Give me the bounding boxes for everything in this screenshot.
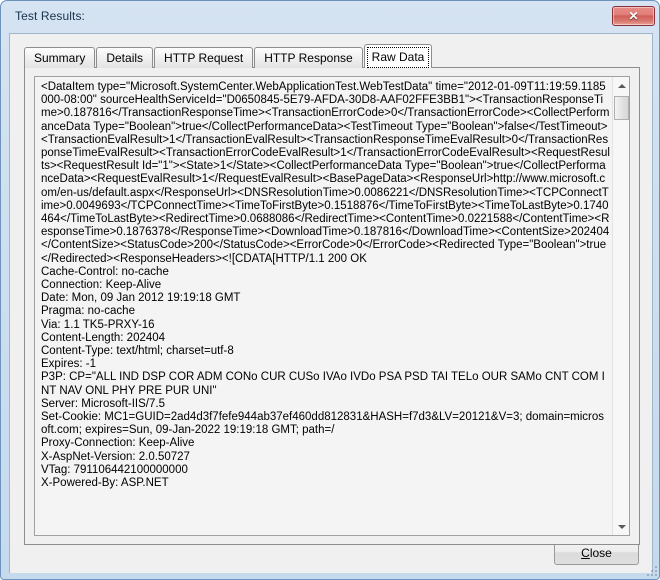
- scroll-up-button[interactable]: [613, 77, 629, 94]
- scroll-down-arrow-icon: [617, 524, 626, 529]
- tab-summary[interactable]: Summary: [24, 47, 96, 68]
- tab-strip: Summary Details HTTP Request HTTP Respon…: [24, 44, 433, 68]
- tab-raw-data[interactable]: Raw Data: [363, 44, 433, 68]
- tab-label: Details: [106, 51, 144, 65]
- title-bar: Test Results: ✕: [1, 1, 659, 33]
- window-title: Test Results:: [15, 9, 85, 23]
- window-close-button[interactable]: ✕: [612, 6, 655, 26]
- tab-label: HTTP Request: [164, 51, 244, 65]
- close-button-accel: C: [581, 545, 590, 560]
- tab-label: Raw Data: [371, 49, 425, 64]
- scroll-down-button[interactable]: [613, 518, 629, 535]
- tab-details[interactable]: Details: [96, 47, 154, 68]
- test-results-window: Test Results: ✕ Summary Details HTTP Req…: [0, 0, 660, 580]
- resize-grip[interactable]: [645, 564, 657, 576]
- raw-data-content[interactable]: <DataItem type="Microsoft.SystemCenter.W…: [41, 81, 610, 490]
- tab-http-response[interactable]: HTTP Response: [254, 47, 363, 68]
- tab-label: Summary: [34, 51, 86, 65]
- vertical-scrollbar[interactable]: [612, 77, 629, 535]
- tab-label: HTTP Response: [264, 51, 353, 65]
- raw-data-text-viewport: <DataItem type="Microsoft.SystemCenter.W…: [35, 77, 613, 535]
- scrollbar-thumb[interactable]: [614, 96, 629, 120]
- client-area: Summary Details HTTP Request HTTP Respon…: [9, 33, 653, 573]
- scroll-up-arrow-icon: [617, 83, 626, 88]
- close-icon: ✕: [628, 9, 639, 23]
- tab-http-request[interactable]: HTTP Request: [154, 47, 254, 68]
- close-button-label: lose: [589, 545, 612, 560]
- raw-data-textbox[interactable]: <DataItem type="Microsoft.SystemCenter.W…: [34, 76, 630, 536]
